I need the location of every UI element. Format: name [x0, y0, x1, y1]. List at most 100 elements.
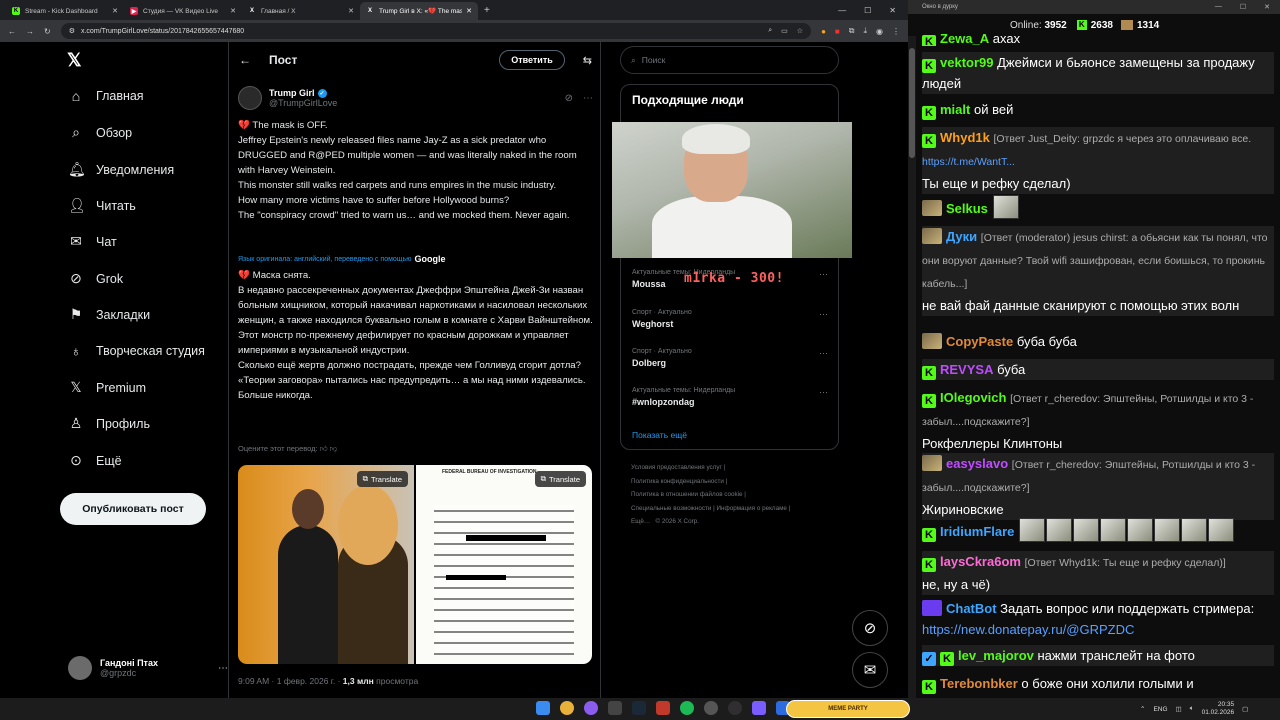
tab-vk-studio[interactable]: ▶ Студия — VK Видео Live ✕ [124, 2, 242, 20]
mail-icon: ✉ [70, 233, 82, 249]
extension-icon[interactable]: ■ [835, 27, 840, 36]
more-icon[interactable]: ⋯ [218, 663, 228, 674]
close-icon[interactable]: ✕ [466, 7, 472, 15]
account-handle: @grpzdc [100, 668, 137, 678]
new-tab-icon[interactable]: + [484, 5, 490, 16]
spotify-icon[interactable] [680, 701, 694, 715]
chrome-icon[interactable] [560, 701, 574, 715]
close-icon[interactable]: ✕ [230, 7, 236, 15]
nav-item-chat[interactable]: ✉ Чат [68, 233, 117, 250]
notifications-icon[interactable]: ▢ [1242, 705, 1248, 713]
cast-icon[interactable]: ▭ [781, 27, 788, 35]
back-arrow-icon[interactable]: ← [239, 53, 251, 67]
clock[interactable]: 20:35 01.02.2026 [1202, 701, 1235, 717]
post-media[interactable]: ⧉ Translate FEDERAL BUREAU OF INVESTIGATI… [238, 465, 592, 664]
minimize-icon[interactable]: — [1215, 3, 1222, 11]
more-icon[interactable]: ⋯ [819, 269, 828, 280]
maximize-icon[interactable]: ☐ [864, 6, 871, 15]
volume-icon[interactable]: 🔈︎ [1190, 705, 1194, 713]
nav-item-home[interactable]: ⌂ Главная [68, 88, 144, 104]
url-input[interactable]: ⚙ x.com/TrumpGirlLove/status/20178426556… [60, 23, 812, 39]
menu-icon[interactable]: ⋮ [892, 27, 900, 36]
nav-item-profile[interactable]: ♙ Профиль [68, 415, 150, 432]
more-icon[interactable]: ⋯ [819, 348, 828, 359]
search-input[interactable]: ⌕ Поиск [620, 46, 839, 74]
account-switcher[interactable]: Гандоні Птах @grpzdc ⋯ [68, 654, 228, 682]
trend-item[interactable]: Спорт · Актуально Weghorst ⋯ [632, 309, 828, 329]
author-handle[interactable]: @TrumpGirlLove [269, 98, 337, 108]
nav-item-notifications[interactable]: 🔔︎ Уведомления [68, 161, 174, 178]
show-more-link[interactable]: Показать ещё [632, 430, 687, 440]
settings-sliders-icon[interactable]: ⇆ [583, 54, 592, 67]
more-icon[interactable]: ⋯ [819, 309, 828, 320]
vk-video-icon: ▶ [130, 7, 138, 15]
puzzle-icon[interactable]: ⧉ [849, 26, 855, 36]
thumbs-up-icon[interactable]: 👍︎ [320, 444, 328, 453]
app-icon[interactable] [704, 701, 718, 715]
nav-item-more[interactable]: ⊙ Ещё [68, 452, 121, 469]
grok-icon[interactable]: ⊘ [565, 93, 573, 104]
nav-item-creator-studio[interactable]: ♁ Творческая студия [68, 343, 205, 359]
translation-note[interactable]: Язык оригинала: английский, переведено с… [238, 254, 445, 264]
x-logo-icon[interactable]: 𝕏 [67, 50, 82, 71]
site-info-icon[interactable]: ⚙ [69, 27, 75, 35]
close-icon[interactable]: ✕ [112, 7, 118, 15]
app-icon[interactable] [608, 701, 622, 715]
translate-button[interactable]: ⧉ Translate [534, 471, 586, 487]
close-icon[interactable]: ✕ [348, 7, 354, 15]
translate-button[interactable]: ⧉ Translate [356, 471, 408, 487]
app-icon[interactable] [584, 701, 598, 715]
author-avatar[interactable] [238, 86, 262, 110]
forward-icon[interactable]: → [26, 27, 34, 36]
publish-post-button[interactable]: Опубликовать пост [60, 493, 206, 525]
trend-item[interactable]: Спорт · Актуально Dolberg ⋯ [632, 348, 828, 368]
language-indicator[interactable]: ENG [1153, 706, 1167, 713]
maximize-icon[interactable]: ☐ [1240, 3, 1246, 11]
bookmark-icon: ⚑ [69, 306, 83, 322]
steam-icon[interactable] [632, 701, 646, 715]
close-window-icon[interactable]: ✕ [1264, 3, 1270, 11]
network-icon[interactable]: ◫ [1176, 705, 1182, 713]
meme-party-widget[interactable]: MEME PARTY [786, 700, 910, 718]
thumbs-down-icon[interactable]: 👎︎ [330, 444, 338, 453]
tab-x-home[interactable]: X Главная / X ✕ [242, 2, 360, 20]
tab-x-post[interactable]: X Trump Girl в X: «💔 The mask is...✕ [360, 2, 478, 20]
back-icon[interactable]: ← [8, 27, 16, 36]
document-image[interactable]: FEDERAL BUREAU OF INVESTIGATION ⧉ Transla… [416, 465, 592, 664]
app-icon[interactable] [752, 701, 766, 715]
close-window-icon[interactable]: ✕ [889, 6, 896, 15]
nav-item-bookmarks[interactable]: ⚑ Закладки [68, 306, 150, 323]
trend-item[interactable]: Актуальные темы: Нидерланды #wnlopzondag ⋯ [632, 387, 828, 407]
zoom-icon[interactable]: ⌕ [768, 27, 772, 35]
profile-icon[interactable]: ◉ [876, 27, 883, 36]
start-icon[interactable] [536, 701, 550, 715]
grok-fab-button[interactable]: ⊘ [852, 610, 888, 646]
download-icon[interactable]: ⤓ [863, 26, 867, 36]
verified-badge-icon: ✓ [317, 88, 327, 98]
nav-item-grok[interactable]: ⊘ Grok [68, 270, 123, 287]
messages-fab-button[interactable]: ✉ [852, 652, 888, 688]
tray-arrow-icon[interactable]: ⌃ [1140, 705, 1145, 713]
tab-kick-dashboard[interactable]: K Stream - Kick Dashboard ✕ [6, 2, 124, 20]
extension-icon[interactable]: ● [821, 27, 826, 36]
reload-icon[interactable]: ↻ [44, 27, 51, 36]
photo-couple[interactable]: ⧉ Translate [238, 465, 414, 664]
app-icon[interactable] [656, 701, 670, 715]
kick-badge-icon: K [922, 528, 936, 542]
nav-item-explore[interactable]: ⌕ Обзор [68, 124, 132, 141]
kick-icon: K [12, 7, 20, 15]
minimize-icon[interactable]: — [838, 6, 846, 15]
kick-badge-icon: K [922, 366, 936, 380]
obs-icon[interactable] [728, 701, 742, 715]
bookmark-star-icon[interactable]: ☆ [797, 27, 803, 35]
emote-image [1127, 518, 1154, 542]
more-icon[interactable]: ⋯ [819, 387, 828, 398]
kick-badge-icon: K [922, 35, 936, 46]
author-name[interactable]: Trump Girl [269, 88, 315, 98]
nav-item-premium[interactable]: 𝕏 Premium [68, 379, 146, 396]
chat-scrollbar[interactable] [908, 36, 916, 698]
more-icon[interactable]: ⋯ [583, 93, 593, 104]
reply-button[interactable]: Ответить [499, 50, 565, 70]
nav-item-follow[interactable]: 👤︎ Читать [68, 197, 136, 214]
chat-message: easyslavo [Ответ r_cheredov: Эпштейны, Р… [922, 453, 1274, 520]
